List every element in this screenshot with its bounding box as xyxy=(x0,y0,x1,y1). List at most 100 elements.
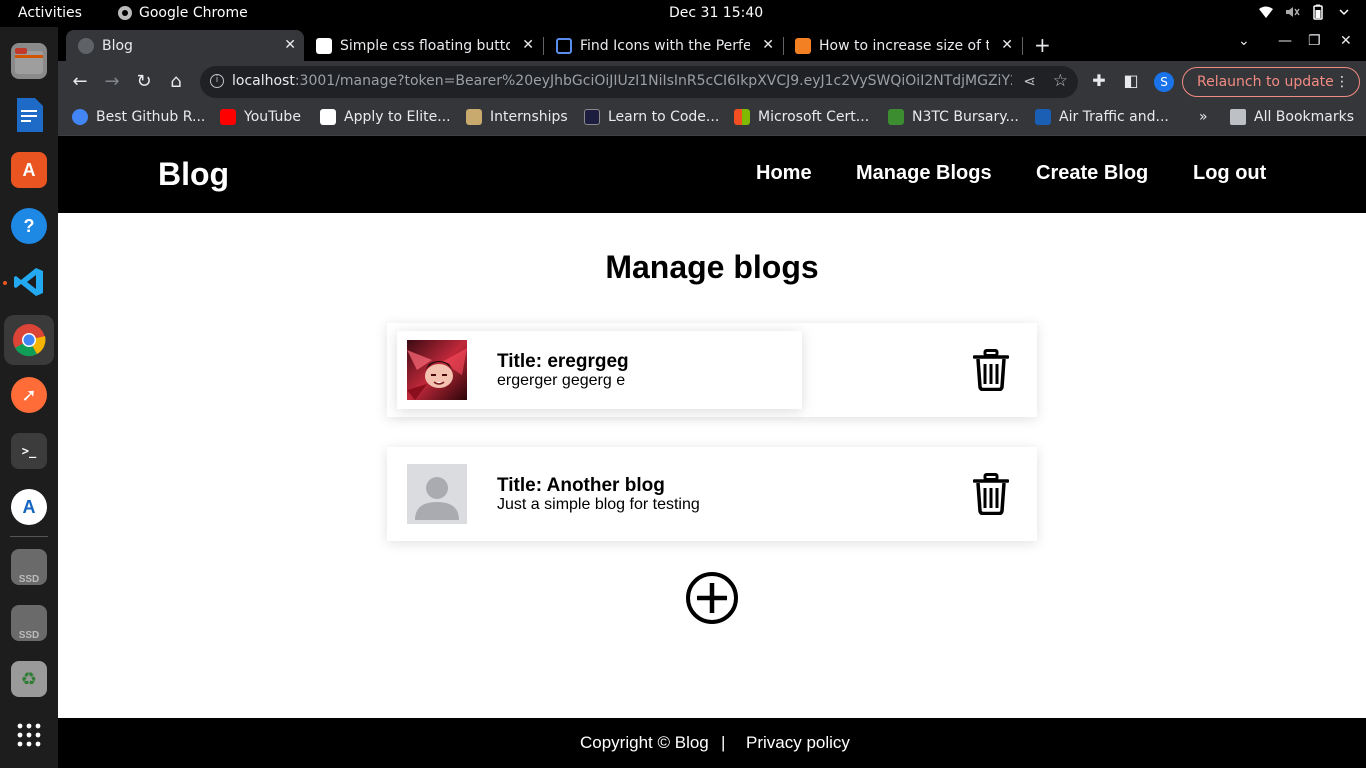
web-page: Blog Home Manage Blogs Create Blog Log o… xyxy=(58,136,1366,768)
maximize-icon[interactable]: ❐ xyxy=(1308,33,1321,49)
relaunch-label: Relaunch to update xyxy=(1197,74,1334,90)
writer-icon[interactable] xyxy=(11,97,47,133)
chrome-small-icon xyxy=(118,6,132,20)
bookmark-learn-code[interactable]: Learn to Code... xyxy=(584,109,719,125)
browser-window: Blog ✕ Simple css floating butto ✕ Find … xyxy=(58,27,1366,136)
blog-card[interactable]: Title: Another blog Just a simple blog f… xyxy=(387,447,1037,541)
n3tc-icon xyxy=(888,109,904,125)
tab-title: Find Icons with the Perfe xyxy=(580,37,750,54)
tab-search-icon[interactable]: ⌄ xyxy=(1238,33,1250,49)
power-menu-icon xyxy=(1336,4,1352,20)
site-header: Blog Home Manage Blogs Create Blog Log o… xyxy=(58,136,1366,213)
blog-card[interactable]: Title: eregrgeg ergerger gegerg e xyxy=(387,323,1037,417)
blog-description: Just a simple blog for testing xyxy=(497,496,700,513)
minimize-icon[interactable]: — xyxy=(1278,33,1292,49)
tab-title: Simple css floating butto xyxy=(340,37,510,54)
elite-icon xyxy=(320,109,336,125)
running-indicator xyxy=(3,281,7,285)
site-footer: Copyright © Blog | Privacy policy xyxy=(58,718,1366,768)
app-menu[interactable]: Google Chrome xyxy=(117,5,248,21)
bookmark-air-traffic[interactable]: Air Traffic and... xyxy=(1035,109,1169,125)
page-title: Manage blogs xyxy=(605,249,819,285)
blog-title: Title: eregrgeg xyxy=(497,351,629,372)
blog-thumbnail-image xyxy=(407,340,467,400)
tab-strip: Blog ✕ Simple css floating butto ✕ Find … xyxy=(58,27,1366,61)
bookmarks-bar: Best Github R... YouTube Apply to Elite.… xyxy=(58,103,1366,136)
new-tab-button[interactable]: + xyxy=(1034,33,1051,57)
nav-log-out[interactable]: Log out xyxy=(1193,162,1266,185)
share-icon[interactable]: ⋖ xyxy=(1023,72,1036,90)
home-icon[interactable]: ⌂ xyxy=(164,70,188,94)
android-studio-icon[interactable]: A xyxy=(11,489,47,525)
site-brand[interactable]: Blog xyxy=(158,156,229,193)
microsoft-icon xyxy=(734,109,750,125)
add-blog-plus-icon[interactable] xyxy=(685,571,739,625)
folder-icon xyxy=(1230,109,1246,125)
bookmark-youtube[interactable]: YouTube xyxy=(220,109,301,125)
stackoverflow-icon xyxy=(795,37,811,54)
tab-blog[interactable]: Blog ✕ xyxy=(66,30,304,61)
extensions-icon[interactable]: ✚ xyxy=(1090,72,1108,90)
trash-bin-icon[interactable]: ♻ xyxy=(11,661,47,697)
volume-muted-icon xyxy=(1284,4,1300,20)
youtube-icon xyxy=(220,109,236,125)
blog-description: ergerger gegerg e xyxy=(497,372,626,389)
forward-icon[interactable]: → xyxy=(100,70,124,94)
code-icon xyxy=(584,109,600,125)
codepen-icon xyxy=(316,37,332,54)
all-bookmarks[interactable]: All Bookmarks xyxy=(1230,109,1354,125)
nav-manage-blogs[interactable]: Manage Blogs xyxy=(856,162,992,185)
globe-icon xyxy=(78,37,94,54)
reload-icon[interactable]: ↻ xyxy=(132,70,156,94)
back-icon[interactable]: ← xyxy=(68,70,92,94)
bookmarks-overflow[interactable]: » xyxy=(1199,109,1208,125)
atns-icon xyxy=(1035,109,1051,125)
internships-icon xyxy=(466,109,482,125)
github-icon xyxy=(72,109,88,125)
nav-home[interactable]: Home xyxy=(756,162,812,185)
vscode-icon[interactable] xyxy=(11,264,47,300)
close-tab-icon[interactable]: ✕ xyxy=(284,37,296,53)
close-tab-icon[interactable]: ✕ xyxy=(522,37,534,53)
postman-icon[interactable]: ➚ xyxy=(11,377,47,413)
address-bar[interactable]: i localhost:3001/manage?token=Bearer%20e… xyxy=(200,66,1078,98)
close-tab-icon[interactable]: ✕ xyxy=(762,37,774,53)
show-apps-icon[interactable] xyxy=(11,717,47,753)
tab-stackoverflow[interactable]: How to increase size of th ✕ xyxy=(783,30,1021,61)
nav-create-blog[interactable]: Create Blog xyxy=(1036,162,1148,185)
relaunch-button[interactable]: Relaunch to update ⋮ xyxy=(1182,67,1360,97)
bookmark-microsoft[interactable]: Microsoft Cert... xyxy=(734,109,869,125)
bookmark-elite[interactable]: Apply to Elite... xyxy=(320,109,451,125)
bookmark-internships[interactable]: Internships xyxy=(466,109,568,125)
bookmark-n3tc[interactable]: N3TC Bursary... xyxy=(888,109,1019,125)
delete-trash-icon[interactable] xyxy=(973,349,1009,391)
tab-codepen[interactable]: Simple css floating butto ✕ xyxy=(304,30,542,61)
bookmark-github[interactable]: Best Github R... xyxy=(72,109,205,125)
close-window-icon[interactable]: ✕ xyxy=(1340,33,1352,49)
chrome-icon[interactable] xyxy=(11,322,47,358)
url-text[interactable]: localhost:3001/manage?token=Bearer%20eyJ… xyxy=(232,73,1012,89)
software-center-icon[interactable]: A xyxy=(11,152,47,188)
tab-icons[interactable]: Find Icons with the Perfe ✕ xyxy=(544,30,782,61)
bookmark-star-icon[interactable]: ☆ xyxy=(1053,71,1068,91)
browser-toolbar: ← → ↻ ⌂ i localhost:3001/manage?token=Be… xyxy=(58,61,1366,103)
system-top-bar: Activities Google Chrome Dec 31 15:40 xyxy=(0,0,1366,27)
clock[interactable]: Dec 31 15:40 xyxy=(669,5,763,21)
terminal-icon[interactable]: >_ xyxy=(11,433,47,469)
dock: A ? ➚ >_ A SSD SSD ♻ xyxy=(0,27,58,768)
ssd-drive-icon[interactable]: SSD xyxy=(11,549,47,585)
privacy-policy-link[interactable]: Privacy policy xyxy=(746,733,850,753)
help-icon[interactable]: ? xyxy=(11,208,47,244)
delete-trash-icon[interactable] xyxy=(973,473,1009,515)
activities-button[interactable]: Activities xyxy=(18,5,82,21)
chrome-menu-icon[interactable]: ⋮ xyxy=(1335,68,1349,96)
system-tray[interactable] xyxy=(1258,4,1352,20)
battery-icon xyxy=(1310,4,1326,20)
site-info-icon[interactable]: i xyxy=(210,74,224,88)
profile-avatar[interactable]: S xyxy=(1154,72,1174,92)
flag-icon xyxy=(556,37,572,54)
files-icon[interactable] xyxy=(11,43,47,79)
close-tab-icon[interactable]: ✕ xyxy=(1001,37,1013,53)
side-panel-icon[interactable]: ◧ xyxy=(1122,72,1140,90)
ssd-drive-icon-2[interactable]: SSD xyxy=(11,605,47,641)
